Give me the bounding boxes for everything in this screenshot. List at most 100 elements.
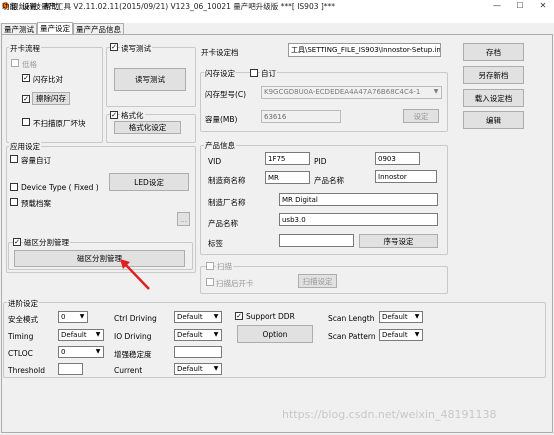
support-ddr-checkbox[interactable]: ✓ [235, 312, 243, 320]
ctloc-label: CTLOC [8, 349, 33, 358]
menu-help[interactable]: 帮助 [44, 1, 59, 12]
device-type-checkbox[interactable] [10, 183, 18, 191]
timing-select[interactable]: Default ▼ [58, 329, 104, 341]
scan-length-value: Default [382, 313, 408, 321]
annotation-arrow-icon [120, 259, 150, 290]
format-checkbox[interactable]: ✓ [110, 111, 118, 119]
flash-compare-checkbox[interactable]: ✓ [22, 74, 30, 82]
read-write-test-button[interactable]: 读写测试 [114, 68, 186, 91]
flash-model-value: K9GCGD8U0A-ECDEDEA4A47A76B68C4C4-1 [264, 88, 421, 96]
flash-model-select[interactable]: K9GCGD8U0A-ECDEDEA4A47A76B68C4C4-1 ▼ [261, 86, 442, 99]
preload-file-checkbox[interactable] [10, 198, 18, 206]
chevron-down-icon: ▼ [433, 88, 439, 95]
product-label: 产品名称 [208, 219, 238, 228]
ctloc-select[interactable]: 0 ▼ [58, 346, 104, 358]
io-driving-value: Default [177, 331, 203, 339]
maximize-button[interactable]: ☐ [509, 0, 531, 12]
scan-after-open-label: 扫描后开卡 [216, 279, 254, 288]
vid-field[interactable]: 1F75 [265, 152, 310, 165]
menu-settings[interactable]: 设置 [22, 1, 37, 12]
flash-compare-label: 闪存比对 [33, 75, 63, 84]
read-write-checkbox[interactable]: ✓ [110, 43, 118, 51]
manufacturer-field[interactable]: MR Digital [279, 193, 438, 206]
open-card-file-label: 开卡设定档 [201, 48, 239, 57]
chevron-down-icon: ▼ [213, 365, 219, 372]
chevron-down-icon: ▼ [414, 331, 420, 338]
chevron-down-icon: ▼ [95, 348, 101, 355]
scan-checkbox[interactable] [206, 262, 214, 270]
edit-button[interactable]: 编辑 [463, 111, 524, 129]
led-settings-button[interactable]: LED设定 [109, 173, 189, 191]
vendor-name-label: 制造商名称 [208, 176, 246, 185]
menu-function[interactable]: 功能 [2, 1, 17, 12]
chevron-down-icon: ▼ [213, 331, 219, 338]
scan-after-open-checkbox[interactable] [206, 278, 214, 286]
advanced-settings-title: 进阶设定 [7, 298, 39, 309]
option-button[interactable]: Option [237, 325, 313, 343]
product-info-title: 产品信息 [204, 140, 236, 151]
timing-value: Default [61, 331, 87, 339]
no-scan-bad-block-label: 不扫描原厂坏块 [33, 119, 86, 128]
threshold-field[interactable] [58, 363, 83, 375]
tab-product-info[interactable]: 量产产品信息 [73, 23, 124, 34]
tab-production-test[interactable]: 量产测试 [1, 23, 37, 34]
ctloc-value: 0 [61, 348, 66, 356]
close-button[interactable]: ✕ [532, 0, 554, 12]
capacity-custom-checkbox[interactable] [10, 155, 18, 163]
format-settings-button[interactable]: 格式化设定 [114, 121, 181, 134]
io-driving-select[interactable]: Default ▼ [174, 329, 222, 341]
low-format-label: 低格 [22, 60, 37, 69]
product-name-field[interactable]: Innostor [375, 170, 437, 183]
vendor-name-field[interactable]: MR [265, 171, 310, 184]
tag-field[interactable] [279, 234, 354, 247]
pid-field[interactable]: 0903 [375, 152, 420, 165]
save-button[interactable]: 存档 [463, 43, 524, 61]
scan-pattern-select[interactable]: Default ▼ [379, 329, 423, 341]
no-scan-bad-block-checkbox[interactable] [22, 118, 30, 126]
pid-label: PID [314, 157, 327, 166]
ctrl-driving-label: Ctrl Driving [114, 314, 157, 323]
safe-mode-select[interactable]: 0 ▼ [58, 311, 88, 323]
flash-set-button[interactable]: 设定 [403, 109, 439, 123]
chevron-down-icon: ▼ [95, 331, 101, 338]
window-title: 银灿科技量产工具 V2.11.02.11(2015/09/21) V123_06… [11, 2, 336, 11]
flash-custom-checkbox[interactable] [250, 69, 258, 77]
low-format-checkbox[interactable] [11, 59, 19, 67]
ctrl-driving-select[interactable]: Default ▼ [174, 311, 222, 323]
device-type-label: Device Type ( Fixed ) [21, 183, 99, 192]
current-label: Current [114, 366, 143, 375]
open-card-file-path[interactable]: 工具\SETTING_FILE_IS903\Innostor-Setup.ini [288, 43, 441, 57]
io-driving-label: IO Driving [114, 332, 152, 341]
vid-label: VID [208, 157, 222, 166]
enhance-stability-label: 增强稳定度 [114, 350, 152, 359]
scan-title: 扫描 [216, 261, 233, 272]
current-value: Default [177, 365, 203, 373]
manufacturer-label: 制造厂名称 [208, 198, 246, 207]
minimize-button[interactable]: — [486, 0, 508, 12]
safe-mode-label: 安全模式 [8, 315, 38, 324]
serial-settings-button[interactable]: 序号设定 [359, 234, 438, 248]
partition-management-button[interactable]: 磁区分割管理 [14, 250, 185, 267]
read-write-label: 读写测试 [120, 43, 152, 54]
capacity-field[interactable]: 63616 [261, 110, 341, 123]
tag-label: 标签 [208, 239, 223, 248]
partition-checkbox[interactable]: ✓ [13, 238, 21, 246]
menu-bar [0, 12, 554, 23]
flash-settings-title: 闪存设定 [204, 68, 236, 79]
watermark: https://blog.csdn.net/weixin_48191138 [282, 408, 497, 421]
erase-flash-button[interactable]: 擦除闪存 [32, 92, 70, 105]
erase-flash-checkbox[interactable]: ✓ [22, 95, 30, 103]
scan-length-select[interactable]: Default ▼ [379, 311, 423, 323]
scan-settings-button[interactable]: 扫描设定 [298, 274, 337, 288]
chevron-down-icon: ▼ [79, 313, 85, 320]
capacity-custom-label: 容量自订 [21, 156, 51, 165]
product-field[interactable]: usb3.0 [279, 213, 438, 226]
browse-button[interactable]: ... [177, 212, 190, 226]
save-as-button[interactable]: 另存新档 [463, 66, 524, 84]
tab-production-settings[interactable]: 量产设定 [37, 22, 73, 34]
enhance-stability-field[interactable] [174, 346, 222, 358]
current-select[interactable]: Default ▼ [174, 363, 222, 375]
load-settings-button[interactable]: 载入设定档 [463, 89, 524, 107]
threshold-label: Threshold [8, 366, 45, 375]
timing-label: Timing [8, 332, 34, 341]
